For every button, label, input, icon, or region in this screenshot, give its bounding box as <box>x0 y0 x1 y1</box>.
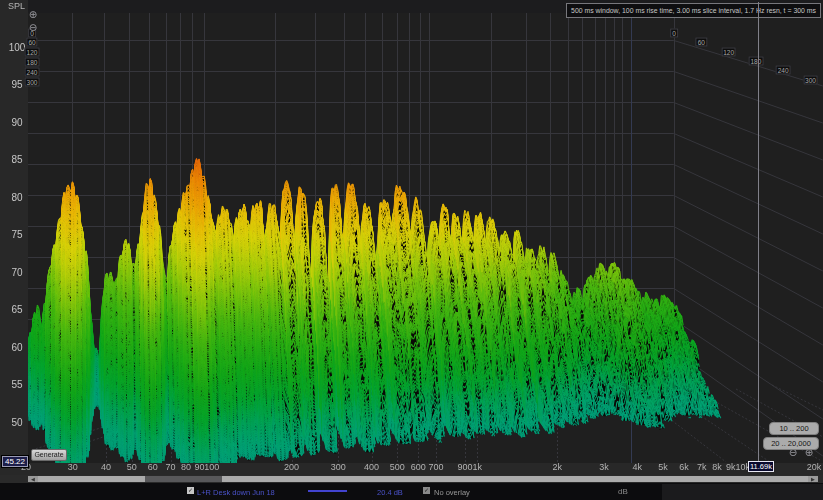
time-tick-label-left: 300 <box>25 77 40 86</box>
trace-color-swatch <box>308 490 347 492</box>
scrollbar-thumb[interactable] <box>145 476 222 482</box>
zoom-in-icon[interactable]: ⊕ <box>29 10 37 20</box>
spl-tick-label: 65 <box>11 304 22 315</box>
freq-tick-label: 100 <box>204 462 219 472</box>
spl-tick-label: 60 <box>11 341 22 352</box>
freq-tick-label: 200 <box>284 462 299 472</box>
level-readout: 20.4 dB <box>377 488 403 497</box>
range-20-20000-button[interactable]: 20 .. 20,000 <box>763 437 819 450</box>
time-tick-label-right: 120 <box>721 47 736 56</box>
freq-tick-label: 30 <box>68 462 78 472</box>
freq-tick-label: 900 <box>458 462 473 472</box>
freq-tick-label: 1k <box>472 462 482 472</box>
freq-tick-label: 20k <box>807 462 822 472</box>
waterfall-canvas[interactable] <box>0 0 823 500</box>
freq-tick-label: 2k <box>552 462 562 472</box>
freq-tick-label: 40 <box>101 462 111 472</box>
time-tick-label-left: 60 <box>26 38 37 47</box>
scroll-left-button[interactable]: ◀ <box>28 476 38 482</box>
time-tick-label-left: 120 <box>25 48 40 57</box>
freq-tick-label: 6k <box>679 462 689 472</box>
no-overlay-label[interactable]: No overlay <box>434 488 470 497</box>
spl-tick-label: 85 <box>11 154 22 165</box>
freq-tick-label: 90 <box>194 462 204 472</box>
freq-tick-label: 5k <box>658 462 668 472</box>
freq-tick-label: 700 <box>429 462 444 472</box>
cursor-spl-readout: 45.22 <box>2 456 28 467</box>
spl-tick-label: 75 <box>11 229 22 240</box>
spl-tick-label: 50 <box>11 416 22 427</box>
time-tick-label-right: 240 <box>776 66 791 75</box>
cursor-frequency-line <box>758 2 759 463</box>
spl-tick-label: 80 <box>11 191 22 202</box>
freq-tick-label: 400 <box>364 462 379 472</box>
freq-tick-label: 70 <box>165 462 175 472</box>
freq-tick-label: 7k <box>697 462 707 472</box>
spl-tick-label: 90 <box>11 116 22 127</box>
time-tick-label-right: 300 <box>803 75 818 84</box>
range-10-200-button[interactable]: 10 .. 200 <box>769 422 819 435</box>
no-overlay-checkbox[interactable]: ✓ <box>423 487 430 494</box>
freq-tick-label: 500 <box>390 462 405 472</box>
freq-tick-label: 600 <box>411 462 426 472</box>
measurement-name[interactable]: L+R Desk down Jun 18 <box>197 488 275 497</box>
freq-tick-label: 50 <box>127 462 137 472</box>
freq-tick-label: 8k <box>712 462 722 472</box>
freq-tick-label: 60 <box>148 462 158 472</box>
time-tick-label-right: 60 <box>696 38 707 47</box>
spl-tick-label: 100 <box>9 42 26 53</box>
measurement-checkbox[interactable]: ✓ <box>187 487 194 494</box>
freq-tick-label: 4k <box>632 462 642 472</box>
spl-tick-label: 70 <box>11 266 22 277</box>
freq-tick-label: 3k <box>599 462 609 472</box>
time-tick-label-left: 240 <box>25 67 40 76</box>
spl-tick-label: 55 <box>11 379 22 390</box>
spl-tick-label: 95 <box>11 79 22 90</box>
generate-button[interactable]: Generate <box>31 449 67 461</box>
freq-tick-label: 300 <box>331 462 346 472</box>
time-tick-label-left: 180 <box>25 57 40 66</box>
time-tick-label-right: 0 <box>670 29 678 38</box>
zoom-out-icon[interactable]: ⊖ <box>29 23 37 33</box>
freq-tick-label: 80 <box>181 462 191 472</box>
scroll-right-button[interactable]: ▶ <box>808 476 818 482</box>
cursor-freq-readout: 11.69k <box>748 461 774 472</box>
spl-axis-title: SPL <box>8 1 25 11</box>
window-settings-info: 500 ms window, 100 ms rise time, 3.00 ms… <box>566 3 821 18</box>
time-tick-label-right: 180 <box>748 56 763 65</box>
status-bar-right-panel <box>662 484 823 500</box>
freq-tick-label: 9k <box>726 462 736 472</box>
unit-selector[interactable]: dB <box>618 487 628 496</box>
